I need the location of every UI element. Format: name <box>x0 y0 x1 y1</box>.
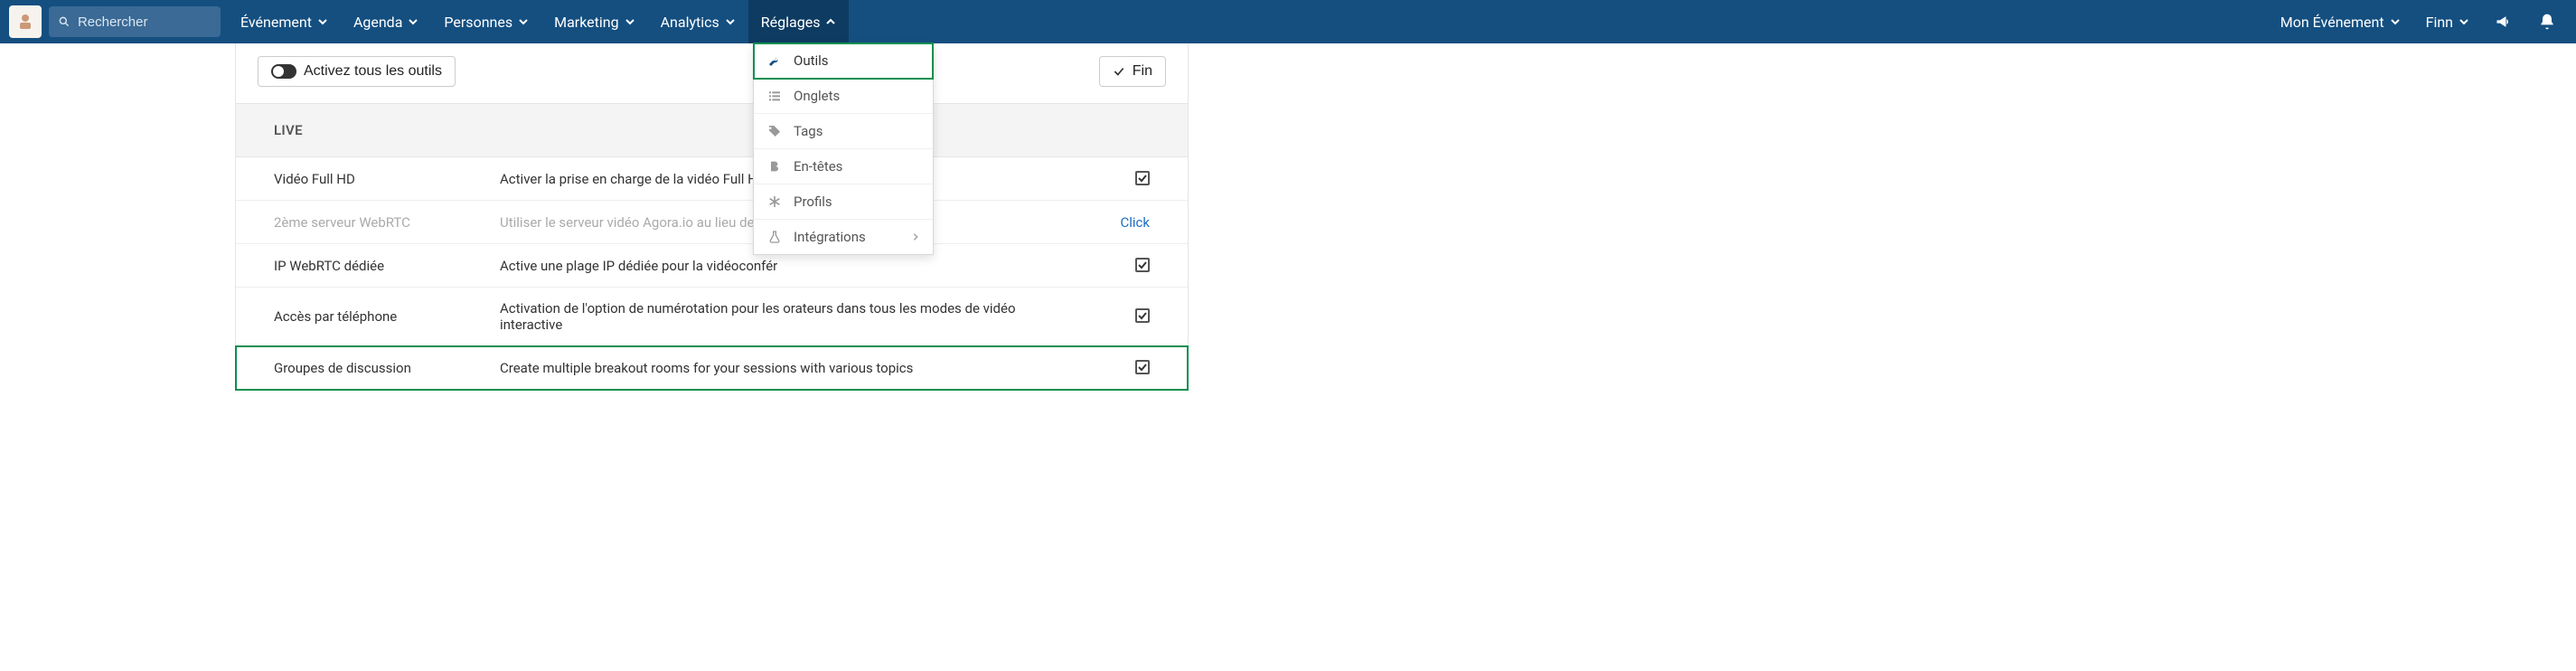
row-action <box>1086 258 1150 274</box>
nav-main: Événement Agenda Personnes Marketing Ana… <box>228 0 849 43</box>
row-desc: Activation de l'option de numérotation p… <box>500 300 1086 333</box>
table-row: Accès par téléphone Activation de l'opti… <box>236 288 1188 346</box>
row-checkbox[interactable] <box>1135 360 1150 374</box>
nav-label: Agenda <box>353 14 402 31</box>
megaphone-icon <box>2495 13 2513 31</box>
chevron-down-icon <box>2458 16 2469 27</box>
row-name: Vidéo Full HD <box>274 171 500 187</box>
row-checkbox[interactable] <box>1135 171 1150 185</box>
wrench-icon <box>766 53 783 68</box>
dd-entetes[interactable]: En-têtes <box>754 149 933 184</box>
dd-integrations[interactable]: Intégrations <box>754 220 933 254</box>
finish-label: Fin <box>1133 63 1152 80</box>
activate-all-button[interactable]: Activez tous les outils <box>258 56 456 87</box>
row-action <box>1086 360 1150 376</box>
table-row: Groupes de discussion Create multiple br… <box>236 346 1188 390</box>
dd-label: Profils <box>794 194 832 210</box>
row-desc: Create multiple breakout rooms for your … <box>500 360 1086 376</box>
nav-my-event[interactable]: Mon Événement <box>2270 0 2411 43</box>
nav-evenement[interactable]: Événement <box>228 0 341 43</box>
row-action: Click <box>1086 214 1150 231</box>
chevron-right-icon <box>911 232 920 241</box>
check-icon <box>1113 65 1125 78</box>
row-name: Accès par téléphone <box>274 308 500 325</box>
nav-label: Personnes <box>444 14 512 31</box>
reglages-dropdown: Outils Onglets Tags En-têtes Profils Int… <box>753 43 934 255</box>
nav-right: Mon Événement Finn <box>2270 0 2567 43</box>
row-checkbox[interactable] <box>1135 258 1150 272</box>
nav-label: Analytics <box>661 14 719 31</box>
asterisk-icon <box>766 194 783 209</box>
nav-reglages[interactable]: Réglages <box>748 0 850 43</box>
bold-icon <box>766 159 783 174</box>
nav-my-event-label: Mon Événement <box>2280 14 2384 31</box>
row-name: 2ème serveur WebRTC <box>274 214 500 231</box>
content-toolbar: Activez tous les outils Fin <box>236 43 1188 104</box>
row-action <box>1086 171 1150 187</box>
navbar: Événement Agenda Personnes Marketing Ana… <box>0 0 2576 43</box>
chevron-down-icon <box>317 16 328 27</box>
chevron-down-icon <box>625 16 635 27</box>
content: Activez tous les outils Fin LIVE Vidéo F… <box>235 43 1189 390</box>
section-title: LIVE <box>274 122 303 138</box>
table-row: IP WebRTC dédiée Active une plage IP déd… <box>236 244 1188 288</box>
finish-button[interactable]: Fin <box>1099 56 1166 87</box>
row-checkbox[interactable] <box>1135 308 1150 323</box>
tag-icon <box>766 124 783 138</box>
dd-tags[interactable]: Tags <box>754 114 933 149</box>
section-head: LIVE <box>236 104 1188 157</box>
table-row: 2ème serveur WebRTC Utiliser le serveur … <box>236 201 1188 244</box>
chevron-down-icon <box>408 16 418 27</box>
row-desc: Active une plage IP dédiée pour la vidéo… <box>500 258 1086 274</box>
nav-label: Réglages <box>761 14 821 31</box>
flask-icon <box>766 230 783 244</box>
dd-profils[interactable]: Profils <box>754 184 933 220</box>
chevron-down-icon <box>518 16 529 27</box>
nav-agenda[interactable]: Agenda <box>341 0 431 43</box>
row-name: IP WebRTC dédiée <box>274 258 500 274</box>
announce-button[interactable] <box>2484 0 2524 43</box>
list-icon <box>766 89 783 103</box>
nav-label: Événement <box>240 14 312 31</box>
dd-label: Onglets <box>794 88 840 104</box>
table-row: Vidéo Full HD Activer la prise en charge… <box>236 157 1188 201</box>
nav-user-label: Finn <box>2426 14 2453 31</box>
dd-label: Outils <box>794 52 829 69</box>
dd-label: Intégrations <box>794 229 866 245</box>
chevron-down-icon <box>725 16 736 27</box>
chevron-up-icon <box>825 16 836 27</box>
chevron-down-icon <box>2390 16 2401 27</box>
dd-label: Tags <box>794 123 823 139</box>
row-action <box>1086 308 1150 325</box>
row-click-link[interactable]: Click <box>1120 214 1150 231</box>
nav-user[interactable]: Finn <box>2415 0 2480 43</box>
nav-analytics[interactable]: Analytics <box>648 0 748 43</box>
nav-personnes[interactable]: Personnes <box>431 0 541 43</box>
notifications-button[interactable] <box>2527 0 2567 43</box>
row-name: Groupes de discussion <box>274 360 500 376</box>
search-icon <box>58 14 71 29</box>
dd-onglets[interactable]: Onglets <box>754 79 933 114</box>
dd-label: En-têtes <box>794 158 842 175</box>
search-input[interactable] <box>78 14 212 30</box>
bell-icon <box>2538 13 2556 31</box>
nav-label: Marketing <box>554 14 618 31</box>
activate-all-label: Activez tous les outils <box>304 63 442 80</box>
nav-marketing[interactable]: Marketing <box>541 0 647 43</box>
dd-outils[interactable]: Outils <box>754 43 933 79</box>
search-box[interactable] <box>49 6 221 37</box>
toggle-icon <box>271 64 296 79</box>
app-logo[interactable] <box>9 5 42 38</box>
